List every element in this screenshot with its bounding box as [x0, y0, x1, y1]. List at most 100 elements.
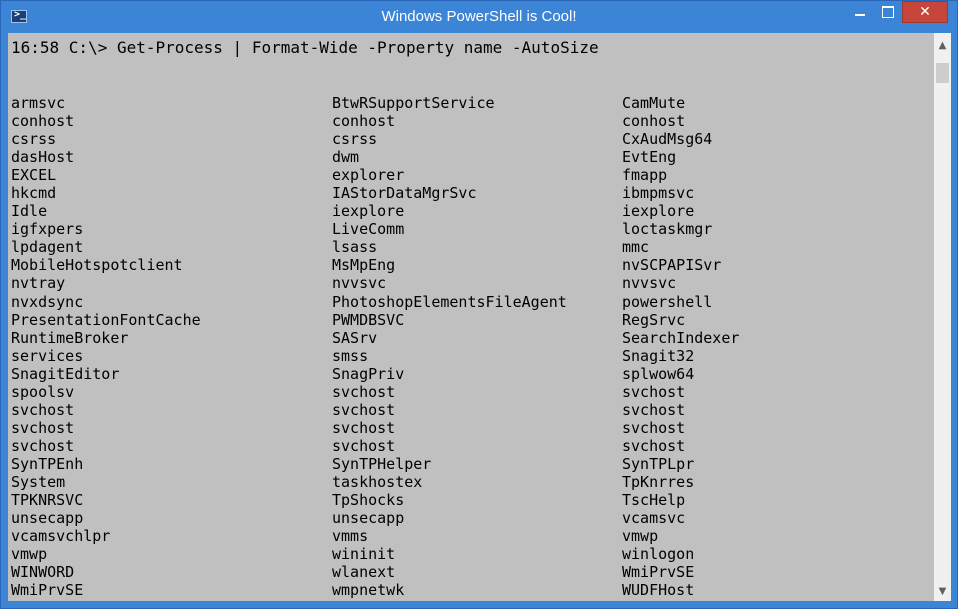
process-name: svchost	[332, 418, 396, 437]
process-name: vmwp	[622, 527, 659, 546]
process-name: dwm	[332, 148, 360, 167]
process-name: winlogon	[622, 545, 695, 564]
process-name: vmwp	[11, 545, 48, 564]
process-name: armsvc	[11, 94, 66, 112]
process-name: iexplore	[622, 202, 695, 221]
title-bar[interactable]: >_ Windows PowerShell is Cool! ✕	[1, 1, 957, 33]
maximize-button[interactable]	[874, 1, 901, 23]
process-name: IAStorDataMgrSvc	[332, 184, 477, 203]
process-name: explorer	[332, 166, 405, 185]
process-name: CxAudMsg64	[622, 130, 713, 149]
process-name: WmiPrvSE	[11, 581, 84, 600]
process-name: wininit	[332, 545, 396, 564]
process-name: PresentationFontCache	[11, 310, 201, 329]
process-name: SearchIndexer	[622, 328, 740, 347]
process-name: wmpnetwk	[332, 581, 405, 600]
process-column-1: armsvc conhost csrss dasHost EXCEL hkcmd Idle i…	[11, 94, 201, 599]
process-name: TpKnrres	[622, 472, 695, 491]
process-name: svchost	[11, 436, 75, 455]
process-column-3: CamMute conhost CxAudMsg64 EvtEng fmapp ibmpm…	[622, 94, 739, 599]
process-name: mmc	[622, 238, 650, 257]
powershell-window: >_ Windows PowerShell is Cool! ✕ 16:58 C…	[0, 0, 958, 609]
process-name: svchost	[622, 436, 686, 455]
process-name: WUDFHost	[622, 581, 695, 600]
process-name: unsecapp	[332, 509, 405, 528]
process-name: wlanext	[332, 563, 396, 582]
process-name: taskhostex	[332, 472, 423, 491]
process-name: services	[11, 346, 84, 365]
process-name: TscHelp	[622, 491, 686, 510]
process-name: csrss	[11, 130, 57, 149]
minimize-icon	[855, 14, 865, 16]
process-name: SASrv	[332, 328, 378, 347]
process-name: loctaskmgr	[622, 220, 713, 239]
process-name: svchost	[622, 382, 686, 401]
process-name: lsass	[332, 238, 378, 257]
process-name: TPKNRSVC	[11, 491, 84, 510]
process-name: hkcmd	[11, 184, 57, 203]
process-name: splwow64	[622, 364, 695, 383]
process-name: igfxpers	[11, 220, 84, 239]
process-name: CamMute	[622, 94, 686, 112]
process-name: SynTPEnh	[11, 454, 84, 473]
process-name: SnagPriv	[332, 364, 405, 383]
process-name: SynTPLpr	[622, 454, 695, 473]
process-name: conhost	[622, 112, 686, 131]
process-name: conhost	[332, 112, 396, 131]
process-name: csrss	[332, 130, 378, 149]
process-name: fmapp	[622, 166, 668, 185]
process-name: ibmpmsvc	[622, 184, 695, 203]
process-name: EXCEL	[11, 166, 57, 185]
process-name: Idle	[11, 202, 48, 221]
process-name: spoolsv	[11, 382, 75, 401]
process-name: RuntimeBroker	[11, 328, 129, 347]
process-name: unsecapp	[11, 509, 84, 528]
process-name: nvxdsync	[11, 292, 84, 311]
process-name: nvvsvc	[622, 274, 677, 293]
process-name: Snagit32	[622, 346, 695, 365]
process-name: nvSCPAPISvr	[622, 256, 722, 275]
process-name: EvtEng	[622, 148, 677, 167]
process-name: SnagitEditor	[11, 364, 120, 383]
process-name: WINWORD	[11, 563, 75, 582]
process-name: svchost	[622, 400, 686, 419]
process-name: vcamsvc	[622, 509, 686, 528]
process-name: iexplore	[332, 202, 405, 221]
process-name: RegSrvc	[622, 310, 686, 329]
process-name: svchost	[622, 418, 686, 437]
process-name: PWMDBSVC	[332, 310, 405, 329]
process-name: MsMpEng	[332, 256, 396, 275]
process-name: nvvsvc	[332, 274, 387, 293]
process-name: lpdagent	[11, 238, 84, 257]
maximize-icon	[882, 6, 894, 18]
minimize-button[interactable]	[846, 1, 874, 23]
process-name: PhotoshopElementsFileAgent	[332, 292, 567, 311]
process-name: conhost	[11, 112, 75, 131]
process-name: vmms	[332, 527, 369, 546]
process-name: vcamsvchlpr	[11, 527, 111, 546]
process-name: smss	[332, 346, 369, 365]
process-name: System	[11, 472, 66, 491]
process-name: dasHost	[11, 148, 75, 167]
process-name: svchost	[11, 418, 75, 437]
process-name: svchost	[332, 400, 396, 419]
scroll-thumb[interactable]	[936, 63, 949, 83]
vertical-scrollbar[interactable]: ▲ ▼	[934, 33, 951, 601]
command-prompt-line: 16:58 C:\> Get-Process | Format-Wide -Pr…	[11, 38, 599, 57]
console-output[interactable]: 16:58 C:\> Get-Process | Format-Wide -Pr…	[8, 33, 934, 601]
scroll-up-icon[interactable]: ▲	[934, 40, 951, 51]
process-name: powershell	[622, 292, 713, 311]
process-name: nvtray	[11, 274, 66, 293]
close-button[interactable]: ✕	[902, 1, 948, 23]
process-name: SynTPHelper	[332, 454, 432, 473]
process-name: svchost	[332, 382, 396, 401]
process-name: LiveComm	[332, 220, 405, 239]
process-name: svchost	[11, 400, 75, 419]
process-name: BtwRSupportService	[332, 94, 495, 112]
process-name: MobileHotspotclient	[11, 256, 183, 275]
process-name: TpShocks	[332, 491, 405, 510]
window-title: Windows PowerShell is Cool!	[381, 8, 577, 25]
process-column-2: BtwRSupportService conhost csrss dwm explore…	[332, 94, 567, 599]
process-name: WmiPrvSE	[622, 563, 695, 582]
scroll-down-icon[interactable]: ▼	[934, 586, 951, 597]
